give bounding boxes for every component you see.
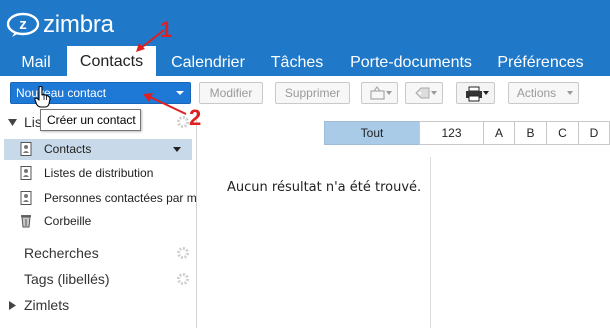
annotation-arrow-2 — [143, 93, 187, 115]
chevron-down-icon[interactable] — [173, 147, 181, 152]
tag-button[interactable] — [405, 82, 443, 104]
folder-emailed-contacts[interactable]: Personnes contactées par mail — [0, 187, 196, 209]
chevron-down-icon — [483, 91, 489, 95]
trash-icon — [21, 215, 31, 228]
tab-tasks[interactable]: Tâches — [268, 50, 326, 76]
alpha-filter-all[interactable]: Tout — [324, 121, 420, 145]
gear-icon[interactable] — [176, 246, 190, 260]
edit-button[interactable]: Modifier — [199, 82, 263, 104]
zimlets-header[interactable]: Zimlets — [0, 294, 196, 316]
expand-triangle-icon[interactable] — [8, 301, 17, 310]
empty-list-message: Aucun résultat n'a été trouvé. — [227, 180, 422, 195]
folder-distribution-lists-label: Listes de distribution — [44, 166, 154, 180]
print-button[interactable] — [456, 82, 495, 104]
tab-briefcase[interactable]: Porte-documents — [345, 50, 477, 76]
zimbra-logo-icon: z — [6, 12, 40, 37]
actions-button[interactable]: Actions — [508, 82, 579, 104]
folder-trash-label: Corbeille — [44, 214, 92, 228]
folder-distribution-lists[interactable]: Listes de distribution — [0, 162, 196, 184]
tags-header[interactable]: Tags (libellés) — [0, 268, 196, 290]
address-book-icon — [20, 166, 32, 180]
annotation-number-2: 2 — [189, 105, 202, 130]
alpha-filter-123[interactable]: 123 — [419, 121, 484, 145]
folder-contacts[interactable]: Contacts — [0, 138, 196, 160]
tags-header-label: Tags (libellés) — [24, 271, 110, 287]
address-book-icon — [20, 142, 32, 156]
chevron-down-icon — [431, 91, 437, 95]
folder-emailed-contacts-label: Personnes contactées par mail — [44, 191, 196, 205]
alpha-filter-c[interactable]: C — [546, 121, 579, 145]
annotation-number-1: 1 — [160, 17, 173, 42]
alpha-filter-b[interactable]: B — [514, 121, 547, 145]
tag-icon — [415, 87, 430, 99]
tab-mail[interactable]: Mail — [14, 50, 58, 76]
svg-text:z: z — [19, 16, 27, 33]
new-contact-tooltip: Créer un contact — [40, 109, 141, 131]
zimlets-header-label: Zimlets — [24, 297, 70, 313]
chevron-down-icon — [386, 91, 392, 95]
alpha-filter-a[interactable]: A — [483, 121, 515, 145]
hand-cursor-icon — [34, 86, 51, 108]
folder-contacts-label: Contacts — [44, 142, 92, 156]
logo-text: zimbra — [43, 11, 114, 38]
app-header: z zimbra Mail Contacts Calendrier Tâches… — [0, 0, 610, 76]
chevron-down-icon — [567, 91, 573, 95]
searches-header[interactable]: Recherches — [0, 242, 196, 264]
toolbar: Nouveau contact Modifier Supprimer Actio… — [0, 76, 610, 110]
list-detail-divider — [430, 157, 431, 328]
alpha-filter-d[interactable]: D — [578, 121, 610, 145]
zimbra-logo[interactable]: z zimbra — [6, 10, 114, 40]
address-book-icon — [20, 191, 32, 205]
actions-label: Actions — [516, 86, 557, 100]
delete-button[interactable]: Supprimer — [275, 82, 350, 104]
folder-move-icon — [370, 86, 385, 100]
new-contact-label: Nouveau contact — [16, 86, 107, 100]
move-button[interactable] — [361, 82, 398, 104]
tab-calendar[interactable]: Calendrier — [166, 50, 250, 76]
gear-icon[interactable] — [176, 272, 190, 286]
app-tabs: Mail Contacts Calendrier Tâches Porte-do… — [0, 46, 610, 76]
printer-icon — [466, 86, 482, 102]
tab-preferences[interactable]: Préférences — [494, 50, 587, 76]
searches-header-label: Recherches — [24, 245, 99, 261]
folder-trash[interactable]: Corbeille — [0, 210, 196, 232]
collapse-triangle-icon[interactable] — [8, 118, 17, 127]
